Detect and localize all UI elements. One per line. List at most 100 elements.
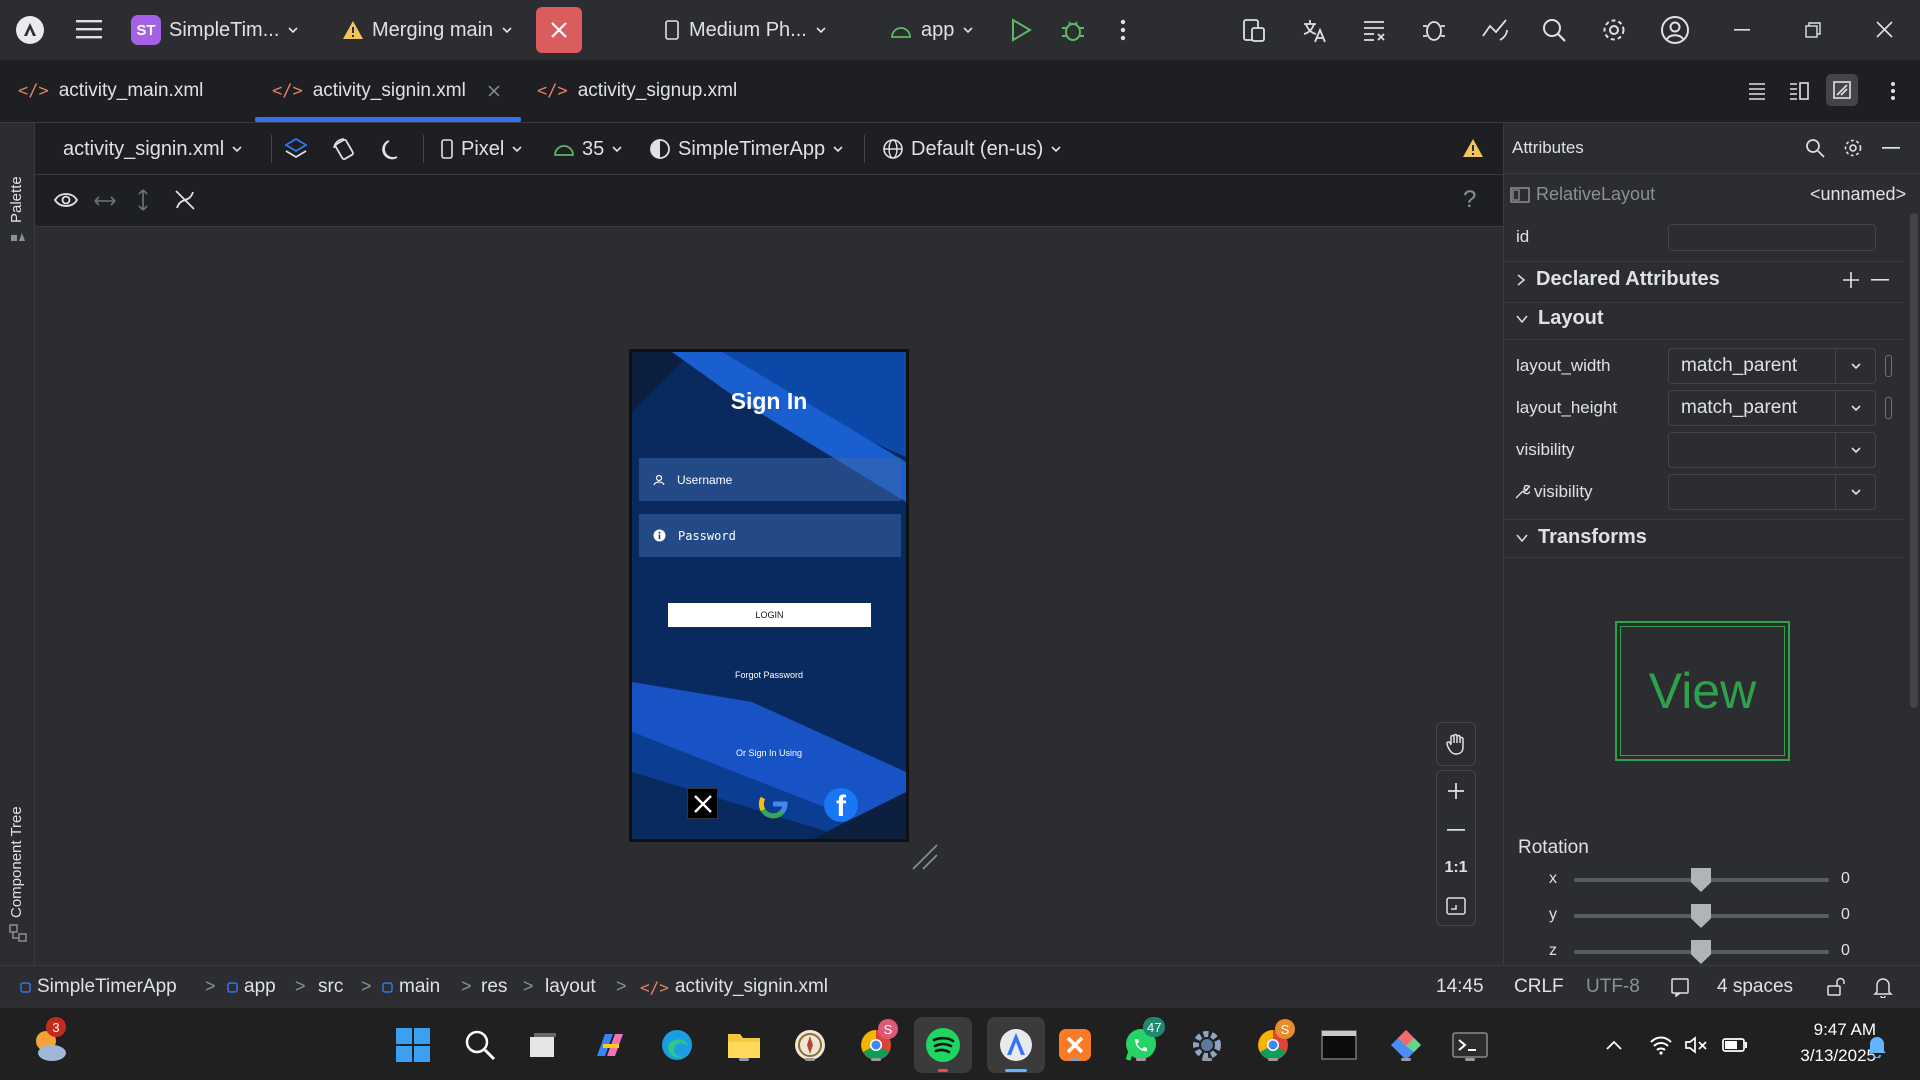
orientation-toggle[interactable] bbox=[331, 133, 357, 165]
powershell-app[interactable] bbox=[1450, 1025, 1490, 1065]
vertical-resize-icon[interactable] bbox=[136, 188, 150, 212]
breadcrumb-item[interactable]: src bbox=[318, 976, 343, 998]
android-studio-logo-icon[interactable] bbox=[16, 16, 44, 44]
clock-date[interactable]: 3/13/2025 bbox=[1766, 1046, 1876, 1066]
window-close-icon[interactable] bbox=[1876, 21, 1893, 38]
main-menu-icon[interactable] bbox=[76, 18, 102, 40]
copilot-app[interactable] bbox=[590, 1025, 630, 1065]
chevron-up-icon[interactable] bbox=[1606, 1040, 1622, 1050]
login-button[interactable]: LOGIN bbox=[668, 603, 871, 627]
breadcrumb-item[interactable]: app bbox=[227, 976, 276, 998]
tab-activity-signup[interactable]: </> activity_signup.xml bbox=[537, 60, 737, 122]
rotation-x-thumb[interactable] bbox=[1691, 868, 1711, 892]
weather-widget[interactable]: 3 bbox=[30, 1017, 70, 1065]
remove-attribute-icon[interactable] bbox=[1871, 279, 1889, 281]
task-view-button[interactable] bbox=[523, 1025, 563, 1065]
tab-activity-main[interactable]: </> activity_main.xml bbox=[18, 60, 203, 122]
transforms-section[interactable]: Transforms bbox=[1516, 526, 1647, 549]
unlock-icon[interactable] bbox=[1826, 977, 1846, 997]
start-button[interactable] bbox=[393, 1025, 433, 1065]
more-actions-icon[interactable] bbox=[1120, 18, 1126, 42]
split-view-icon[interactable] bbox=[1789, 82, 1809, 100]
debug-icon[interactable] bbox=[1060, 17, 1086, 43]
theme-selector[interactable]: SimpleTimerApp bbox=[649, 133, 844, 165]
taskbar-search-button[interactable] bbox=[460, 1025, 500, 1065]
dropdown-arrow[interactable] bbox=[1835, 475, 1875, 509]
username-field[interactable]: Username bbox=[639, 458, 901, 501]
settings-gear-icon[interactable] bbox=[1601, 17, 1627, 43]
project-selector[interactable]: ST SimpleTim... bbox=[131, 12, 299, 48]
chrome-profile-app[interactable]: S bbox=[1253, 1019, 1295, 1065]
google-login-button[interactable] bbox=[757, 788, 789, 820]
breadcrumb-item[interactable]: main bbox=[382, 976, 440, 998]
layout-section[interactable]: Layout bbox=[1516, 307, 1604, 330]
clear-constraints-icon[interactable] bbox=[173, 188, 197, 212]
notification-bell-icon[interactable] bbox=[1866, 1034, 1888, 1058]
facebook-login-button[interactable]: f bbox=[824, 788, 858, 822]
resize-handle-icon[interactable] bbox=[910, 842, 940, 872]
zoom-out-button[interactable] bbox=[1437, 811, 1475, 849]
restore-icon[interactable] bbox=[1805, 22, 1821, 38]
dropdown-arrow[interactable] bbox=[1835, 391, 1875, 425]
vcs-widget[interactable]: Merging main bbox=[342, 12, 513, 48]
breadcrumb-item[interactable]: layout bbox=[545, 976, 596, 998]
rotation-z-thumb[interactable] bbox=[1691, 940, 1711, 964]
x-login-button[interactable] bbox=[687, 788, 718, 819]
attributes-scrollbar[interactable] bbox=[1910, 213, 1918, 708]
xampp-app[interactable] bbox=[1055, 1025, 1095, 1065]
code-view-icon[interactable] bbox=[1748, 82, 1766, 100]
wifi-icon[interactable] bbox=[1649, 1035, 1673, 1055]
notifications-bell-icon[interactable] bbox=[1873, 976, 1893, 998]
layout-width-select[interactable]: match_parent bbox=[1668, 348, 1876, 384]
palette-tool-button[interactable]: Palette bbox=[8, 176, 25, 223]
id-input[interactable] bbox=[1668, 224, 1876, 251]
settings-app[interactable] bbox=[1187, 1025, 1227, 1065]
spotify-app[interactable] bbox=[914, 1017, 972, 1073]
locale-selector[interactable]: Default (en-us) bbox=[882, 133, 1062, 165]
horizontal-resize-icon[interactable] bbox=[93, 194, 117, 208]
file-explorer-app[interactable] bbox=[724, 1025, 764, 1065]
app-inspection-icon[interactable] bbox=[1420, 16, 1448, 44]
breadcrumb-item[interactable]: SimpleTimerApp bbox=[20, 976, 177, 998]
night-mode-toggle[interactable] bbox=[381, 133, 405, 165]
zoom-to-fit-button[interactable] bbox=[1437, 887, 1475, 925]
tab-close-icon[interactable] bbox=[488, 85, 500, 97]
gear-icon[interactable] bbox=[1843, 138, 1863, 158]
layout-height-select[interactable]: match_parent bbox=[1668, 390, 1876, 426]
layout-file-selector[interactable]: activity_signin.xml bbox=[63, 133, 243, 165]
search-icon[interactable] bbox=[1541, 17, 1567, 43]
search-icon[interactable] bbox=[1805, 138, 1825, 158]
clock-time[interactable]: 9:47 AM bbox=[1766, 1020, 1876, 1040]
emblem-app[interactable] bbox=[790, 1025, 830, 1065]
profiler-icon[interactable] bbox=[1480, 16, 1510, 44]
component-tree-tool-button[interactable]: Component Tree bbox=[8, 806, 25, 918]
run-config-selector[interactable]: app bbox=[889, 12, 974, 48]
terminal-app[interactable] bbox=[1319, 1025, 1359, 1065]
logcat-icon[interactable] bbox=[1360, 16, 1388, 44]
caret-position[interactable]: 14:45 bbox=[1436, 976, 1484, 998]
phone-preview[interactable]: Sign In Username Password LOGIN Forgot P… bbox=[629, 349, 909, 842]
tools-visibility-select[interactable] bbox=[1668, 474, 1876, 510]
dropdown-arrow[interactable] bbox=[1835, 349, 1875, 383]
chrome-app[interactable]: S bbox=[856, 1019, 898, 1065]
volume-muted-icon[interactable] bbox=[1684, 1035, 1710, 1055]
rotation-y-thumb[interactable] bbox=[1691, 904, 1711, 928]
warning-icon[interactable] bbox=[1462, 138, 1484, 158]
edge-browser-app[interactable] bbox=[657, 1025, 697, 1065]
pan-tool-button[interactable] bbox=[1436, 722, 1476, 766]
breadcrumb-item[interactable]: res bbox=[481, 976, 507, 998]
resource-picker-button[interactable] bbox=[1885, 397, 1892, 419]
minimize-icon[interactable] bbox=[1734, 29, 1750, 31]
indent-setting[interactable]: 4 spaces bbox=[1717, 976, 1793, 998]
hide-panel-icon[interactable] bbox=[1882, 147, 1900, 149]
device-manager-icon[interactable] bbox=[1240, 16, 1268, 44]
git-client-app[interactable] bbox=[1386, 1025, 1426, 1065]
design-view-icon[interactable] bbox=[1826, 74, 1858, 106]
file-encoding[interactable]: UTF-8 bbox=[1586, 976, 1640, 998]
tab-activity-signin[interactable]: </> activity_signin.xml bbox=[272, 60, 500, 122]
declared-attributes-section[interactable]: Declared Attributes bbox=[1516, 268, 1720, 291]
battery-icon[interactable] bbox=[1722, 1037, 1748, 1053]
abort-merge-button[interactable] bbox=[536, 7, 582, 53]
design-surface-toggle[interactable] bbox=[283, 133, 309, 165]
dropdown-arrow[interactable] bbox=[1835, 433, 1875, 467]
